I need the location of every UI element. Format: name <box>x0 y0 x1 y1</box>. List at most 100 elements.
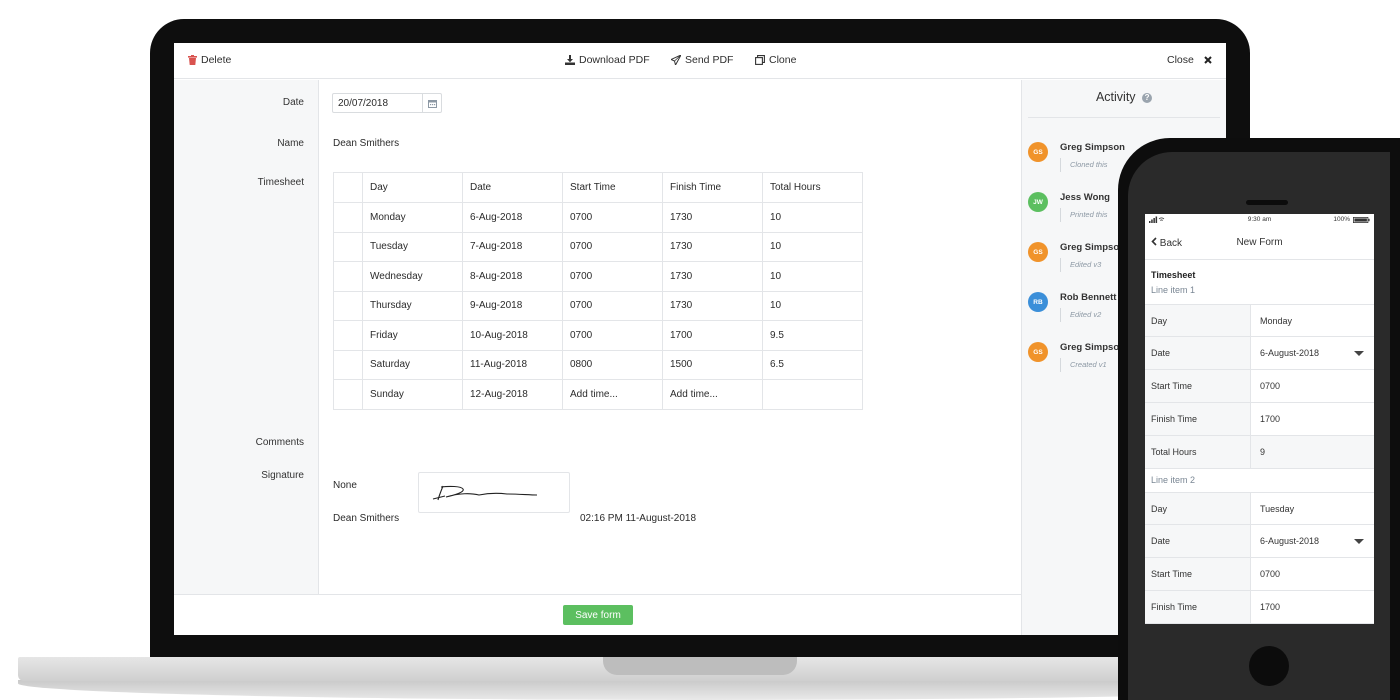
activity-user: Greg Simpson <box>1060 242 1125 253</box>
phone-title: New Form <box>1236 237 1283 248</box>
table-row[interactable]: Monday 6-Aug-2018 0700 1730 10 <box>333 202 863 233</box>
download-pdf-button[interactable]: Download PDF <box>565 54 650 66</box>
cell-finish-time[interactable]: 1730 <box>662 261 763 292</box>
field-value: 6-August-2018 <box>1260 536 1320 546</box>
activity-action: Created v1 <box>1060 358 1107 372</box>
activity-user: Jess Wong <box>1060 192 1110 203</box>
cell-finish-time[interactable]: 1730 <box>662 231 763 262</box>
save-form-button[interactable]: Save form <box>563 605 633 625</box>
field-label: Day <box>1145 493 1251 524</box>
table-row[interactable]: Saturday 11-Aug-2018 0800 1500 6.5 <box>333 349 863 380</box>
chevron-down-icon[interactable] <box>1354 351 1364 356</box>
cell-day[interactable]: Sunday <box>362 379 463 410</box>
cell-date[interactable]: 12-Aug-2018 <box>462 379 563 410</box>
line-item-1-label: Line item 1 <box>1151 285 1196 295</box>
phone-field-row[interactable]: Day Monday <box>1145 304 1374 337</box>
row-handle[interactable] <box>333 202 363 233</box>
cell-day[interactable]: Tuesday <box>362 231 463 262</box>
cell-finish-time[interactable]: 1730 <box>662 290 763 321</box>
cell-day[interactable]: Friday <box>362 320 463 351</box>
row-handle[interactable] <box>333 379 363 410</box>
avatar: GS <box>1028 242 1048 262</box>
trash-icon <box>188 55 197 65</box>
table-row[interactable]: Thursday 9-Aug-2018 0700 1730 10 <box>333 290 863 321</box>
date-field[interactable]: 20/07/2018 <box>332 93 442 113</box>
delete-button[interactable]: Delete <box>188 54 231 66</box>
row-handle[interactable] <box>333 320 363 351</box>
table-row[interactable]: Wednesday 8-Aug-2018 0700 1730 10 <box>333 261 863 292</box>
cell-start-time[interactable]: 0700 <box>562 290 663 321</box>
phone-field-row[interactable]: Start Time 0700 <box>1145 558 1374 591</box>
field-value: Tuesday <box>1260 503 1295 514</box>
name-value: Dean Smithers <box>333 138 400 149</box>
help-icon[interactable]: ? <box>1142 92 1153 103</box>
cell-finish-time[interactable]: 1500 <box>662 349 763 380</box>
cell-start-time[interactable]: 0700 <box>562 261 663 292</box>
finish-time-input[interactable]: Add time... <box>662 379 763 410</box>
table-row[interactable]: Tuesday 7-Aug-2018 0700 1730 10 <box>333 231 863 262</box>
field-value: Monday <box>1260 315 1293 326</box>
cell-date[interactable]: 7-Aug-2018 <box>462 231 563 262</box>
activity-action: Cloned this <box>1060 158 1108 172</box>
send-pdf-label: Send PDF <box>685 54 734 66</box>
field-label: Start Time <box>1145 370 1251 402</box>
signature-scribble <box>432 485 538 501</box>
cell-total-hours[interactable]: 10 <box>762 290 863 321</box>
field-value: 1700 <box>1260 602 1281 612</box>
cell-total-hours[interactable]: 10 <box>762 261 863 292</box>
column-header-date: Date <box>462 172 563 203</box>
close-label: Close <box>1167 54 1194 66</box>
activity-divider <box>1028 117 1220 118</box>
cell-finish-time[interactable]: 1730 <box>662 202 763 233</box>
cell-date[interactable]: 9-Aug-2018 <box>462 290 563 321</box>
cell-total-hours[interactable] <box>762 379 863 410</box>
signature-pad[interactable] <box>418 472 570 513</box>
phone-field-row[interactable]: Start Time 0700 <box>1145 370 1374 403</box>
activity-user: Greg Simpson <box>1060 342 1125 353</box>
activity-title-text: Activity <box>1095 90 1136 104</box>
row-handle[interactable] <box>333 261 363 292</box>
cell-date[interactable]: 6-Aug-2018 <box>462 202 563 233</box>
row-handle[interactable] <box>333 231 363 262</box>
phone-field-row[interactable]: Finish Time 1700 <box>1145 403 1374 436</box>
calendar-icon[interactable] <box>422 94 442 112</box>
close-button[interactable]: Close <box>1167 54 1212 66</box>
cell-day[interactable]: Monday <box>362 202 463 233</box>
phone-section-title: Timesheet <box>1151 270 1196 280</box>
cell-total-hours[interactable]: 9.5 <box>762 320 863 351</box>
start-time-input[interactable]: Add time... <box>562 379 663 410</box>
field-label: Day <box>1145 305 1251 336</box>
chevron-down-icon[interactable] <box>1354 539 1364 544</box>
row-handle[interactable] <box>333 290 363 321</box>
cell-start-time[interactable]: 0700 <box>562 231 663 262</box>
phone-home-button[interactable] <box>1249 646 1289 686</box>
cell-total-hours[interactable]: 10 <box>762 231 863 262</box>
cell-date[interactable]: 10-Aug-2018 <box>462 320 563 351</box>
table-row[interactable]: Friday 10-Aug-2018 0700 1700 9.5 <box>333 320 863 351</box>
row-handle[interactable] <box>333 349 363 380</box>
download-pdf-label: Download PDF <box>579 54 650 66</box>
phone-field-row[interactable]: Finish Time 1700 <box>1145 591 1374 624</box>
clone-button[interactable]: Clone <box>755 54 796 66</box>
table-row[interactable]: Sunday 12-Aug-2018 Add time... Add time.… <box>333 379 863 410</box>
cell-day[interactable]: Wednesday <box>362 261 463 292</box>
avatar: JW <box>1028 192 1048 212</box>
phone-field-row[interactable]: Date 6-August-2018 <box>1145 337 1374 370</box>
cell-date[interactable]: 11-Aug-2018 <box>462 349 563 380</box>
phone-field-row[interactable]: Date 6-August-2018 <box>1145 525 1374 558</box>
cell-finish-time[interactable]: 1700 <box>662 320 763 351</box>
cell-date[interactable]: 8-Aug-2018 <box>462 261 563 292</box>
activity-user: Rob Bennett <box>1060 292 1117 303</box>
cell-start-time[interactable]: 0700 <box>562 320 663 351</box>
phone-field-row[interactable]: Day Tuesday <box>1145 492 1374 525</box>
field-label: Start Time <box>1145 558 1251 590</box>
send-pdf-button[interactable]: Send PDF <box>671 54 733 66</box>
laptop-screen: Delete Download PDF Send PDF Clone Close <box>174 43 1226 635</box>
cell-total-hours[interactable]: 10 <box>762 202 863 233</box>
cell-start-time[interactable]: 0700 <box>562 202 663 233</box>
form-labels-column: Date Name Timesheet Comments Signature <box>174 80 319 594</box>
cell-start-time[interactable]: 0800 <box>562 349 663 380</box>
cell-total-hours[interactable]: 6.5 <box>762 349 863 380</box>
cell-day[interactable]: Saturday <box>362 349 463 380</box>
cell-day[interactable]: Thursday <box>362 290 463 321</box>
